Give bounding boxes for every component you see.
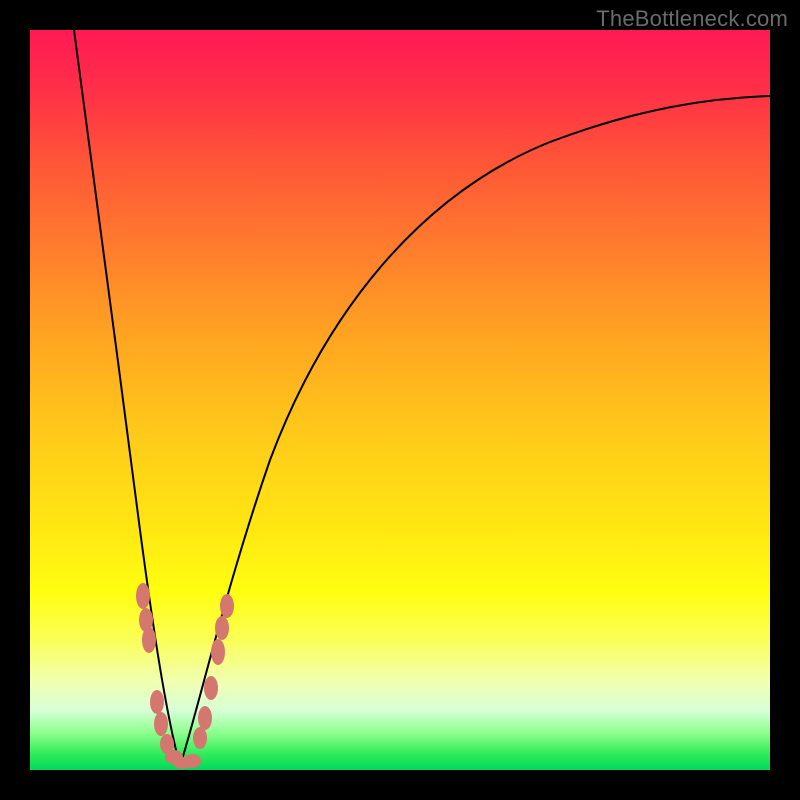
left-curve [74, 30, 180, 766]
watermark-text: TheBottleneck.com [596, 6, 788, 32]
plot-area [30, 30, 770, 770]
curve-svg [30, 30, 770, 770]
right-curve [180, 96, 770, 766]
chart-frame: TheBottleneck.com [0, 0, 800, 800]
